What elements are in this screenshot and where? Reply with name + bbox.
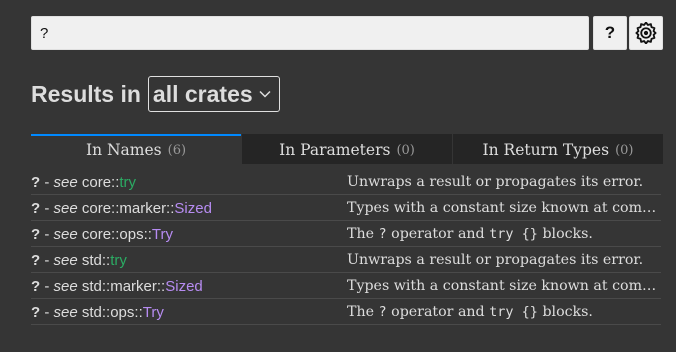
tab-label: In Parameters bbox=[279, 141, 391, 159]
result-description: The ? operator and try {} blocks. bbox=[347, 304, 661, 320]
result-path: ? - see core::marker::Sized bbox=[31, 199, 212, 217]
result-see: see bbox=[53, 225, 78, 243]
results-list: ? - see core::try Unwraps a result or pr… bbox=[31, 170, 661, 326]
tab-count: (0) bbox=[396, 142, 415, 158]
result-description: Unwraps a result or propagates its error… bbox=[347, 174, 644, 190]
help-button[interactable]: ? bbox=[593, 16, 627, 50]
chevron-down-icon bbox=[259, 90, 271, 98]
result-module: std::marker:: bbox=[81, 277, 166, 295]
result-row[interactable]: ? - see core::try Unwraps a result or pr… bbox=[31, 170, 661, 195]
result-item: try bbox=[110, 251, 127, 269]
desc-code: ? bbox=[378, 304, 387, 320]
result-name: ? bbox=[31, 303, 41, 321]
tab-label: In Return Types bbox=[482, 141, 610, 159]
desc-text: operator and bbox=[386, 304, 490, 320]
result-see: see bbox=[53, 303, 78, 321]
search-bar: ? bbox=[31, 16, 663, 50]
result-item: Sized bbox=[165, 277, 203, 295]
result-path: ? - see std::try bbox=[31, 251, 127, 269]
search-input[interactable] bbox=[31, 16, 589, 50]
result-module: std:: bbox=[81, 251, 111, 269]
result-name: ? bbox=[31, 225, 41, 243]
result-see: see bbox=[53, 277, 78, 295]
result-name: ? bbox=[31, 173, 41, 191]
tab-in-return-types[interactable]: In Return Types (0) bbox=[453, 134, 663, 164]
desc-text: operator and bbox=[386, 226, 490, 242]
result-description: Types with a constant size known at comp… bbox=[347, 278, 661, 294]
result-row[interactable]: ? - see std::marker::Sized Types with a … bbox=[31, 274, 661, 299]
result-description: Unwraps a result or propagates its error… bbox=[347, 252, 644, 268]
result-description: Types with a constant size known at comp… bbox=[347, 200, 661, 216]
result-module: core::marker:: bbox=[81, 199, 175, 217]
result-module: core::ops:: bbox=[81, 225, 152, 243]
result-description: The ? operator and try {} blocks. bbox=[347, 226, 661, 242]
result-row[interactable]: ? - see std::try Unwraps a result or pro… bbox=[31, 248, 661, 273]
desc-text: The bbox=[347, 304, 379, 320]
gear-icon bbox=[635, 22, 657, 44]
settings-button[interactable] bbox=[629, 16, 663, 50]
result-path: ? - see core::try bbox=[31, 173, 137, 191]
result-row[interactable]: ? - see std::ops::Try The ? operator and… bbox=[31, 300, 661, 325]
results-heading-prefix: Results in bbox=[31, 80, 141, 107]
desc-text: blocks. bbox=[537, 226, 593, 242]
result-item: Try bbox=[142, 303, 164, 321]
tab-in-names[interactable]: In Names (6) bbox=[31, 134, 241, 164]
tab-count: (6) bbox=[167, 142, 187, 158]
desc-code: try {} bbox=[489, 304, 538, 320]
tab-in-parameters[interactable]: In Parameters (0) bbox=[242, 134, 452, 164]
result-item: try bbox=[119, 173, 137, 191]
result-name: ? bbox=[31, 251, 41, 269]
desc-code: ? bbox=[378, 226, 387, 242]
result-item: Try bbox=[151, 225, 174, 243]
result-item: Sized bbox=[174, 199, 212, 217]
result-row[interactable]: ? - see core::marker::Sized Types with a… bbox=[31, 196, 661, 221]
desc-text: The bbox=[347, 226, 379, 242]
result-path: ? - see std::ops::Try bbox=[31, 303, 164, 321]
result-name: ? bbox=[31, 277, 41, 295]
result-name: ? bbox=[31, 199, 41, 217]
desc-code: try {} bbox=[489, 226, 538, 242]
result-path: ? - see std::marker::Sized bbox=[31, 277, 203, 295]
tab-count: (0) bbox=[615, 142, 634, 158]
result-module: core:: bbox=[81, 173, 120, 191]
result-see: see bbox=[53, 173, 78, 191]
crate-select[interactable]: all crates bbox=[147, 76, 280, 112]
results-tabs: In Names (6) In Parameters (0) In Return… bbox=[31, 134, 663, 164]
crate-select-value: all crates bbox=[152, 80, 253, 107]
result-path: ? - see core::ops::Try bbox=[31, 225, 174, 243]
tab-label: In Names bbox=[85, 141, 162, 159]
result-module: std::ops:: bbox=[81, 303, 143, 321]
result-see: see bbox=[53, 199, 78, 217]
desc-text: blocks. bbox=[537, 304, 593, 320]
results-heading: Results in all crates bbox=[31, 75, 280, 113]
result-see: see bbox=[53, 251, 78, 269]
result-row[interactable]: ? - see core::ops::Try The ? operator an… bbox=[31, 222, 661, 247]
